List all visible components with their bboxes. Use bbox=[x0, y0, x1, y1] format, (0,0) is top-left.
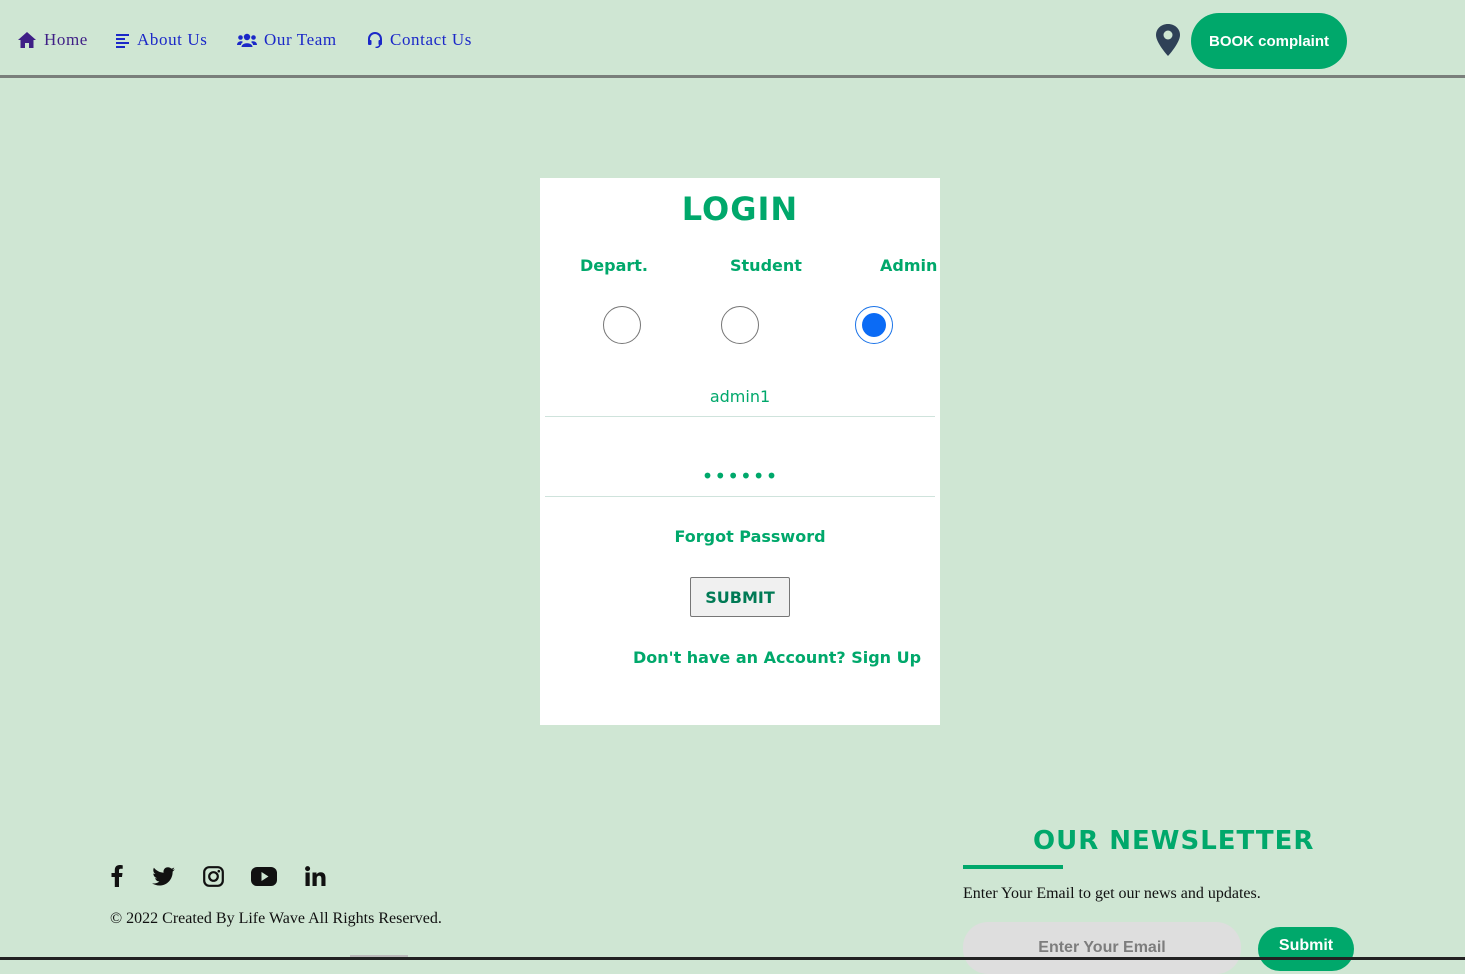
newsletter-title: OUR NEWSLETTER bbox=[1033, 826, 1315, 856]
home-icon bbox=[17, 31, 37, 49]
nav-team-link[interactable]: Our Team bbox=[237, 30, 337, 50]
login-title: LOGIN bbox=[681, 190, 799, 228]
nav-about-link[interactable]: About Us bbox=[116, 30, 207, 50]
newsletter-email-input[interactable] bbox=[963, 922, 1241, 974]
newsletter-description: Enter Your Email to get our news and upd… bbox=[963, 885, 1261, 902]
nav-contact-label: Contact Us bbox=[390, 30, 473, 49]
nav-about-label: About Us bbox=[137, 30, 208, 49]
newsletter-submit-button[interactable]: Submit bbox=[1258, 927, 1354, 971]
signup-link[interactable]: Don't have an Account? Sign Up bbox=[633, 648, 921, 667]
username-input[interactable] bbox=[545, 376, 935, 417]
nav-home-label: Home bbox=[44, 30, 88, 49]
password-input[interactable] bbox=[545, 456, 935, 497]
nav-team-label: Our Team bbox=[264, 30, 337, 49]
facebook-icon[interactable] bbox=[104, 862, 130, 890]
role-radio-student[interactable] bbox=[721, 306, 759, 344]
bottom-scroll-tab bbox=[350, 955, 408, 957]
login-card: LOGIN Depart. Student Admin Forgot Passw… bbox=[540, 178, 940, 725]
login-submit-button[interactable]: SUBMIT bbox=[690, 577, 790, 617]
book-complaint-button[interactable]: BOOK complaint bbox=[1191, 13, 1347, 69]
align-left-icon bbox=[116, 33, 130, 48]
nav-home-link[interactable]: Home bbox=[17, 30, 88, 50]
role-radio-admin[interactable] bbox=[855, 306, 893, 344]
forgot-password-link[interactable]: Forgot Password bbox=[540, 527, 960, 546]
map-marker-icon[interactable] bbox=[1156, 24, 1180, 56]
users-icon bbox=[237, 33, 257, 48]
role-radio-depart[interactable] bbox=[603, 306, 641, 344]
instagram-icon[interactable] bbox=[200, 862, 226, 890]
role-label-depart: Depart. bbox=[580, 256, 648, 275]
headset-icon bbox=[367, 32, 383, 48]
nav-contact-link[interactable]: Contact Us bbox=[367, 30, 472, 50]
role-label-student: Student bbox=[730, 256, 802, 275]
newsletter-underline bbox=[963, 865, 1063, 869]
top-navbar: Home About Us Our Team Contact Us BOOK c… bbox=[0, 0, 1465, 78]
linkedin-icon[interactable] bbox=[302, 862, 328, 890]
role-label-admin: Admin bbox=[880, 256, 938, 275]
copyright-text: © 2022 Created By Life Wave All Rights R… bbox=[110, 910, 442, 927]
twitter-icon[interactable] bbox=[150, 862, 176, 890]
youtube-icon[interactable] bbox=[250, 862, 278, 890]
